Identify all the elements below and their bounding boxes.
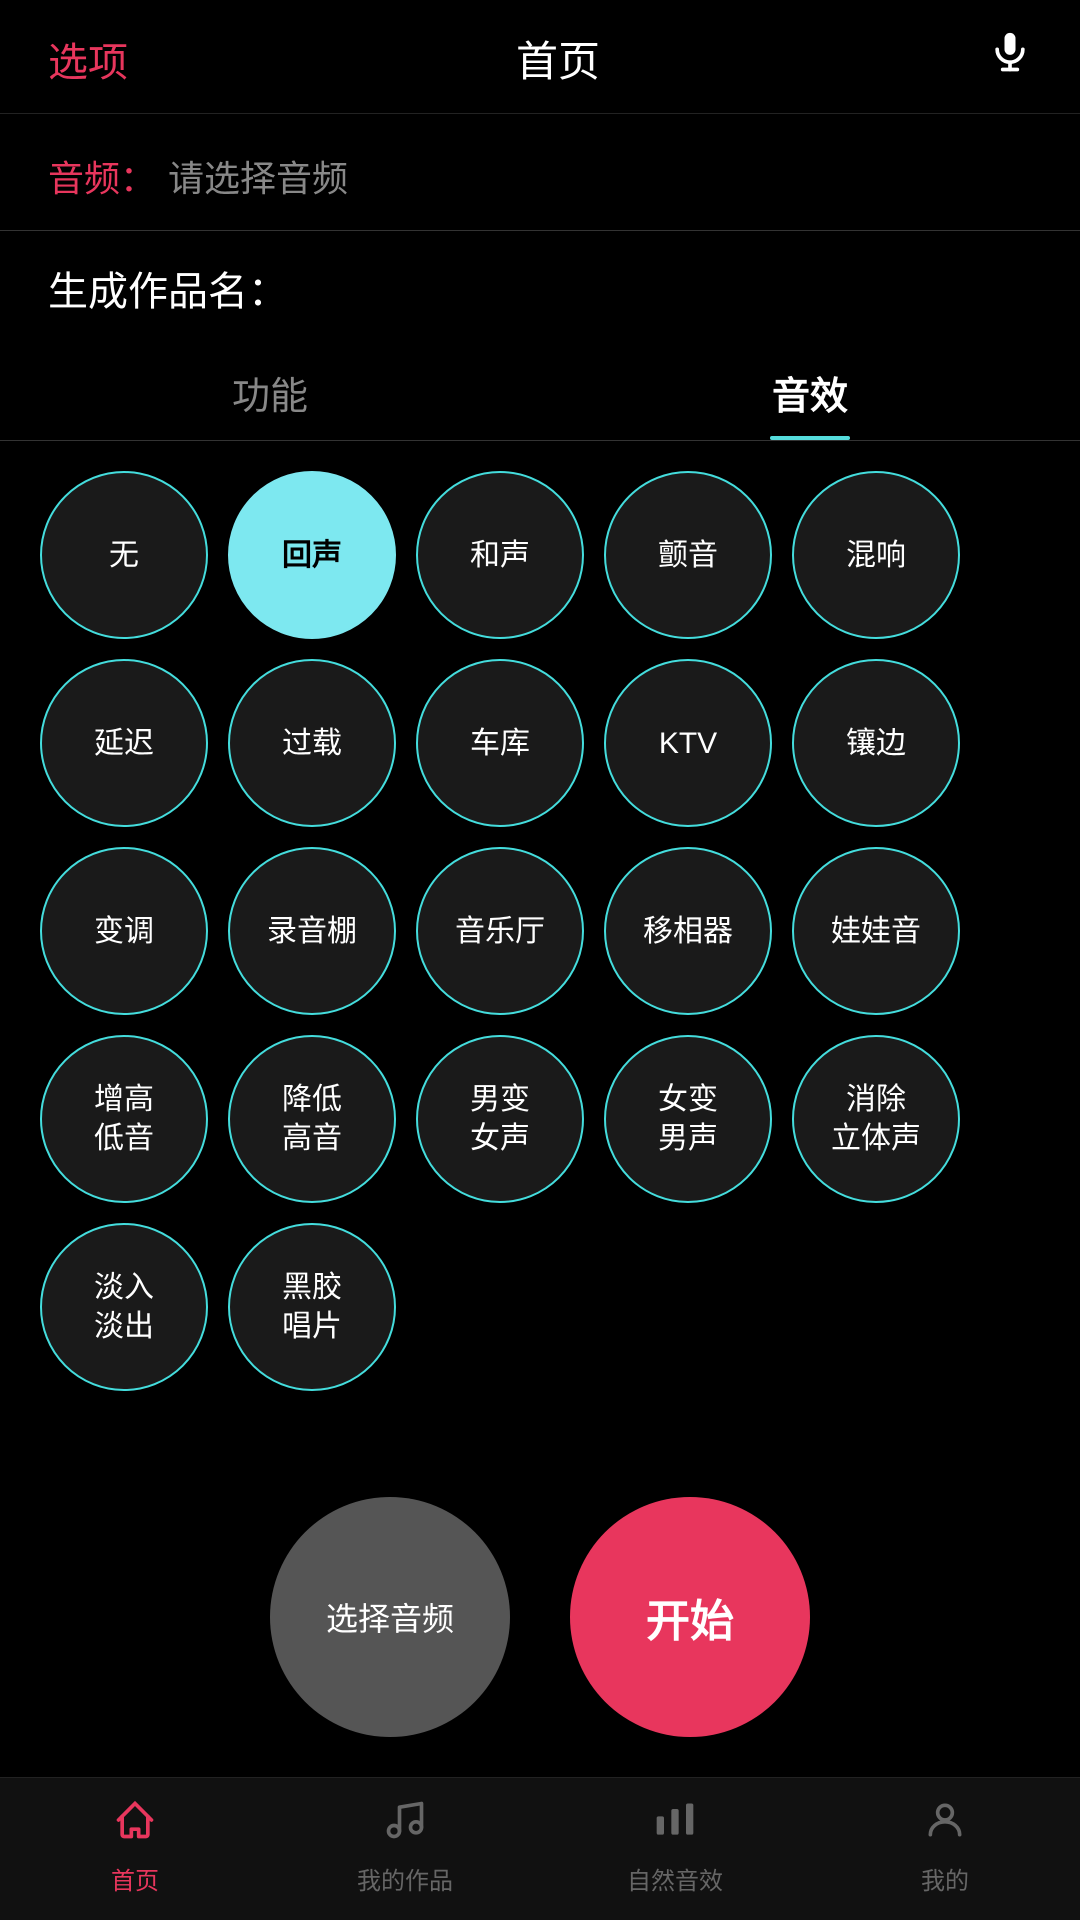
effect-remove-stereo[interactable]: 消除 立体声 [792,1035,960,1203]
effect-harmony[interactable]: 和声 [416,471,584,639]
effects-row-5: 淡入 淡出 黑胶 唱片 [40,1223,1040,1391]
effect-delay[interactable]: 延迟 [40,659,208,827]
effect-echo[interactable]: 回声 [228,471,396,639]
tab-function[interactable]: 功能 [0,347,540,440]
effect-fade-in-out[interactable]: 淡入 淡出 [40,1223,208,1391]
home-icon [113,1798,157,1853]
effects-row-4: 增高 低音 降低 高音 男变 女声 女变 男声 消除 立体声 [40,1035,1040,1203]
effect-lower-treble[interactable]: 降低 高音 [228,1035,396,1203]
microphone-icon[interactable] [988,31,1032,86]
nav-my-works[interactable]: 我的作品 [270,1798,540,1896]
effect-garage[interactable]: 车库 [416,659,584,827]
effect-overload[interactable]: 过载 [228,659,396,827]
effect-vinyl[interactable]: 黑胶 唱片 [228,1223,396,1391]
effect-female-to-male[interactable]: 女变 男声 [604,1035,772,1203]
audio-placeholder[interactable]: 请选择音频 [168,150,348,202]
effects-row-3: 变调 录音棚 音乐厅 移相器 娃娃音 [40,847,1040,1015]
work-name-label: 生成作品名： [48,270,288,314]
effect-pitch-shift[interactable]: 变调 [40,847,208,1015]
bottom-nav: 首页 我的作品 自然音效 我的 [0,1777,1080,1920]
effect-reverb[interactable]: 混响 [792,471,960,639]
nav-natural-sfx-label: 自然音效 [627,1861,723,1896]
tab-sound-effect[interactable]: 音效 [540,347,1080,440]
effects-row-1: 无 回声 和声 颤音 混响 [40,471,1040,639]
effect-phaser[interactable]: 移相器 [604,847,772,1015]
nav-natural-sfx[interactable]: 自然音效 [540,1798,810,1896]
work-name-section: 生成作品名： [0,231,1080,337]
options-button[interactable]: 选项 [48,30,128,88]
tabs-container: 功能 音效 [0,347,1080,441]
nav-mine[interactable]: 我的 [810,1798,1080,1896]
effect-tremolo[interactable]: 颤音 [604,471,772,639]
nav-home-label: 首页 [111,1861,159,1896]
effect-male-to-female[interactable]: 男变 女声 [416,1035,584,1203]
effect-border[interactable]: 镶边 [792,659,960,827]
nav-mine-label: 我的 [921,1861,969,1896]
start-button[interactable]: 开始 [570,1497,810,1737]
effect-studio[interactable]: 录音棚 [228,847,396,1015]
effect-baby-voice[interactable]: 娃娃音 [792,847,960,1015]
equalizer-icon [653,1798,697,1853]
music-icon [383,1798,427,1853]
nav-home[interactable]: 首页 [0,1798,270,1896]
effect-music-hall[interactable]: 音乐厅 [416,847,584,1015]
effects-row-2: 延迟 过载 车库 KTV 镶边 [40,659,1040,827]
action-section: 选择音频 开始 [0,1467,1080,1777]
header: 选项 首页 [0,0,1080,114]
effects-grid: 无 回声 和声 颤音 混响 延迟 过载 车库 KTV 镶边 变调 录音棚 音乐厅… [0,441,1080,1467]
effect-boost-bass[interactable]: 增高 低音 [40,1035,208,1203]
nav-my-works-label: 我的作品 [357,1861,453,1896]
user-icon [923,1798,967,1853]
effect-ktv[interactable]: KTV [604,659,772,827]
audio-label: 音频： [48,150,156,202]
audio-section: 音频： 请选择音频 [0,114,1080,231]
page-title: 首页 [516,28,600,89]
select-audio-button[interactable]: 选择音频 [270,1497,510,1737]
effect-none[interactable]: 无 [40,471,208,639]
